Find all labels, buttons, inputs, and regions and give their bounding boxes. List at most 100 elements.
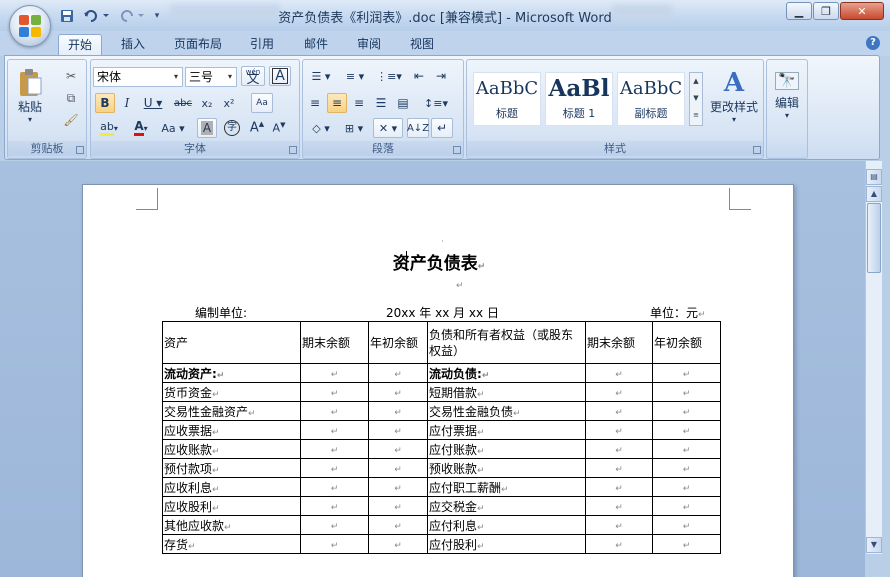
table-cell[interactable]: ↵ xyxy=(300,477,369,497)
balance-sheet-table[interactable]: 资产 期末余额 年初余额 负债和所有者权益（或股东权益） 期末余额 年初余额 流动资产:↵ ↵… xyxy=(162,321,721,554)
sort-button[interactable]: A↓Z xyxy=(407,118,429,138)
style-subtitle[interactable]: AaBbC 副标题 xyxy=(617,72,685,126)
align-right-button[interactable]: ≡ xyxy=(349,93,369,113)
increase-indent-button[interactable]: ⇥ xyxy=(431,66,451,86)
enclose-char-button[interactable]: 字 xyxy=(221,118,243,138)
superscript-button[interactable]: x² xyxy=(219,93,239,113)
styles-launcher-icon[interactable] xyxy=(753,146,761,154)
scroll-up-icon[interactable]: ▲ xyxy=(866,186,882,202)
help-icon[interactable]: ? xyxy=(866,36,880,50)
header-cell[interactable]: 资产 xyxy=(162,321,301,364)
change-styles-button[interactable]: A 更改样式 ▾ xyxy=(707,64,761,128)
table-cell[interactable]: ↵ xyxy=(652,534,721,554)
table-cell[interactable]: 流动负债:↵ xyxy=(427,363,586,383)
borders-button[interactable]: ⊞ ▾ xyxy=(339,118,369,138)
multilevel-list-button[interactable]: ⋮≡▾ xyxy=(373,66,405,86)
scroll-down-icon[interactable]: ▼ xyxy=(866,537,882,553)
table-cell[interactable]: 预收账款↵ xyxy=(427,458,586,478)
table-cell[interactable]: 交易性金融资产↵ xyxy=(162,401,301,421)
table-cell[interactable]: 短期借款↵ xyxy=(427,382,586,402)
font-size-combo[interactable]: 三号 ▾ xyxy=(185,67,237,87)
cut-button[interactable]: ✂ xyxy=(60,66,82,86)
close-button[interactable]: ✕ xyxy=(840,2,884,20)
table-cell[interactable]: ↵ xyxy=(368,420,428,440)
table-cell[interactable]: ↵ xyxy=(585,496,653,516)
ruler-toggle-icon[interactable]: ▤ xyxy=(866,169,882,185)
bullets-button[interactable]: ☰ ▾ xyxy=(305,66,337,86)
office-button[interactable] xyxy=(9,5,51,47)
table-cell[interactable]: 应交税金↵ xyxy=(427,496,586,516)
table-cell[interactable]: ↵ xyxy=(368,382,428,402)
table-cell[interactable]: ↵ xyxy=(652,439,721,459)
char-border-button[interactable]: A xyxy=(269,66,291,86)
decrease-indent-button[interactable]: ⇤ xyxy=(409,66,429,86)
table-cell[interactable]: ↵ xyxy=(300,458,369,478)
header-cell[interactable]: 年初余额 xyxy=(652,321,721,364)
table-cell[interactable]: ↵ xyxy=(585,382,653,402)
header-cell[interactable]: 负债和所有者权益（或股东权益） xyxy=(427,321,586,364)
table-cell[interactable]: 应付账款↵ xyxy=(427,439,586,459)
paste-button[interactable]: 粘贴 ▾ xyxy=(12,64,48,128)
table-cell[interactable]: ↵ xyxy=(368,439,428,459)
editing-button[interactable]: 🔭 编辑 ▾ xyxy=(769,64,805,128)
table-cell[interactable]: ↵ xyxy=(652,401,721,421)
table-cell[interactable]: ↵ xyxy=(585,439,653,459)
table-cell[interactable]: ↵ xyxy=(585,420,653,440)
table-cell[interactable]: ↵ xyxy=(585,534,653,554)
tab-home[interactable]: 开始 xyxy=(58,34,102,56)
table-cell[interactable]: ↵ xyxy=(585,477,653,497)
table-cell[interactable]: ↵ xyxy=(300,420,369,440)
table-cell[interactable]: ↵ xyxy=(585,401,653,421)
header-cell[interactable]: 期末余额 xyxy=(585,321,653,364)
style-heading[interactable]: AaBbC 标题 xyxy=(473,72,541,126)
table-cell[interactable]: ↵ xyxy=(585,363,653,383)
table-cell[interactable]: 应付股利↵ xyxy=(427,534,586,554)
shading-button[interactable]: ◇ ▾ xyxy=(305,118,337,138)
tab-references[interactable]: 引用 xyxy=(240,34,284,56)
table-cell[interactable]: ↵ xyxy=(585,515,653,535)
table-cell[interactable]: ↵ xyxy=(652,515,721,535)
clipboard-launcher-icon[interactable] xyxy=(76,146,84,154)
copy-button[interactable]: ⧉ xyxy=(60,88,82,108)
align-center-button[interactable]: ≡ xyxy=(327,93,347,113)
format-painter-button[interactable]: 🖌 xyxy=(60,110,82,130)
table-cell[interactable]: 应付票据↵ xyxy=(427,420,586,440)
table-cell[interactable]: ↵ xyxy=(368,496,428,516)
table-cell[interactable]: ↵ xyxy=(300,363,369,383)
paragraph-launcher-icon[interactable] xyxy=(453,146,461,154)
table-cell[interactable]: ↵ xyxy=(652,420,721,440)
table-cell[interactable]: 应付利息↵ xyxy=(427,515,586,535)
highlight-button[interactable]: ab ▾ xyxy=(95,118,123,138)
table-cell[interactable]: ↵ xyxy=(652,363,721,383)
table-cell[interactable]: 存货↵ xyxy=(162,534,301,554)
strikethrough-button[interactable]: abc xyxy=(171,93,195,113)
table-cell[interactable]: ↵ xyxy=(300,496,369,516)
subscript-button[interactable]: x₂ xyxy=(197,93,217,113)
grow-font-button[interactable]: A▲ xyxy=(247,118,267,138)
change-case-button[interactable]: Aa ▾ xyxy=(159,118,187,138)
line-spacing-button[interactable]: ↕≡▾ xyxy=(421,93,451,113)
style-gallery-scroll[interactable]: ▲ ▼ ≡ xyxy=(689,72,703,126)
table-cell[interactable]: 货币资金↵ xyxy=(162,382,301,402)
justify-button[interactable]: ☰ xyxy=(371,93,391,113)
clear-format-button[interactable]: Aa xyxy=(251,93,273,113)
tab-review[interactable]: 审阅 xyxy=(347,34,391,56)
table-cell[interactable]: 应付职工薪酬↵ xyxy=(427,477,586,497)
table-cell[interactable]: ↵ xyxy=(368,401,428,421)
table-cell[interactable]: ↵ xyxy=(368,363,428,383)
table-cell[interactable]: ↵ xyxy=(652,477,721,497)
table-cell[interactable]: ↵ xyxy=(368,534,428,554)
scroll-thumb[interactable] xyxy=(867,203,881,273)
table-cell[interactable]: 应收股利↵ xyxy=(162,496,301,516)
minimize-button[interactable]: ▁ xyxy=(786,2,812,20)
chinese-layout-button[interactable]: ✕ ▾ xyxy=(373,118,403,138)
font-launcher-icon[interactable] xyxy=(289,146,297,154)
phonetic-guide-button[interactable]: wén 文 xyxy=(241,66,265,86)
table-cell[interactable]: ↵ xyxy=(368,458,428,478)
shrink-font-button[interactable]: A▼ xyxy=(269,118,289,138)
table-cell[interactable]: 应收账款↵ xyxy=(162,439,301,459)
table-cell[interactable]: 流动资产:↵ xyxy=(162,363,301,383)
table-cell[interactable]: 应收票据↵ xyxy=(162,420,301,440)
document-page[interactable]: · 资产负债表↵ ↵ 编制单位: 20xx 年 xx 月 xx 日 单位：元↵ … xyxy=(82,184,794,577)
table-cell[interactable]: 其他应收款↵ xyxy=(162,515,301,535)
